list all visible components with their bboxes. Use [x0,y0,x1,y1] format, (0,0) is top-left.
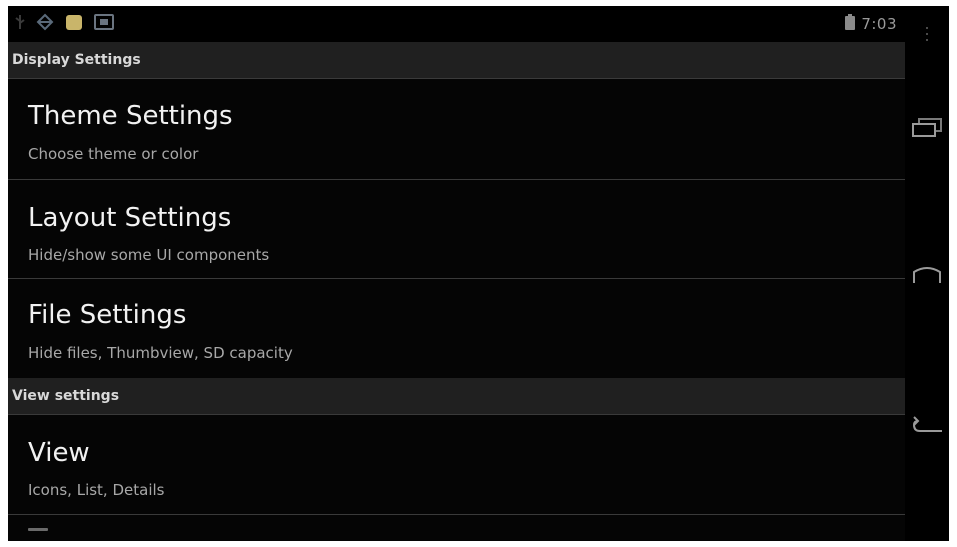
section-header-display-settings: Display Settings [8,42,905,79]
battery-icon [845,14,856,34]
pref-file-settings[interactable]: File Settings Hide files, Thumbview, SD … [8,280,905,376]
android-icon [64,12,84,36]
pref-theme-settings[interactable]: Theme Settings Choose theme or color [8,79,905,180]
recent-apps-icon [910,117,944,143]
pref-title: Theme Settings [28,101,233,131]
next-item-peek [28,528,48,531]
menu-icon [924,24,930,48]
pref-summary: Hide/show some UI components [28,246,270,264]
pref-layout-settings[interactable]: Layout Settings Hide/show some UI compon… [8,181,905,279]
recent-apps-button[interactable] [905,110,949,150]
section-header-view-settings: View settings [8,378,905,415]
pref-summary: Hide files, Thumbview, SD capacity [28,344,293,362]
usb-icon [14,13,26,35]
home-icon [910,263,944,289]
pref-title: View [28,438,90,468]
device-screen: 7:03 Display Settings Theme Settings Cho… [8,6,949,541]
pref-title: File Settings [28,300,187,330]
pref-view[interactable]: View Icons, List, Details [8,415,905,515]
system-status: 7:03 [845,14,897,34]
status-bar: 7:03 [8,6,905,42]
back-icon [910,415,944,441]
clock: 7:03 [861,15,897,33]
debug-icon [36,13,54,35]
notification-icons [14,12,114,36]
home-button[interactable] [905,256,949,296]
settings-content: 7:03 Display Settings Theme Settings Cho… [8,6,905,541]
pref-summary: Choose theme or color [28,145,199,163]
gallery-icon [94,13,114,35]
menu-button[interactable] [905,16,949,56]
pref-summary: Icons, List, Details [28,481,165,499]
back-button[interactable] [905,408,949,448]
pref-title: Layout Settings [28,203,232,233]
navigation-bar [905,6,949,541]
